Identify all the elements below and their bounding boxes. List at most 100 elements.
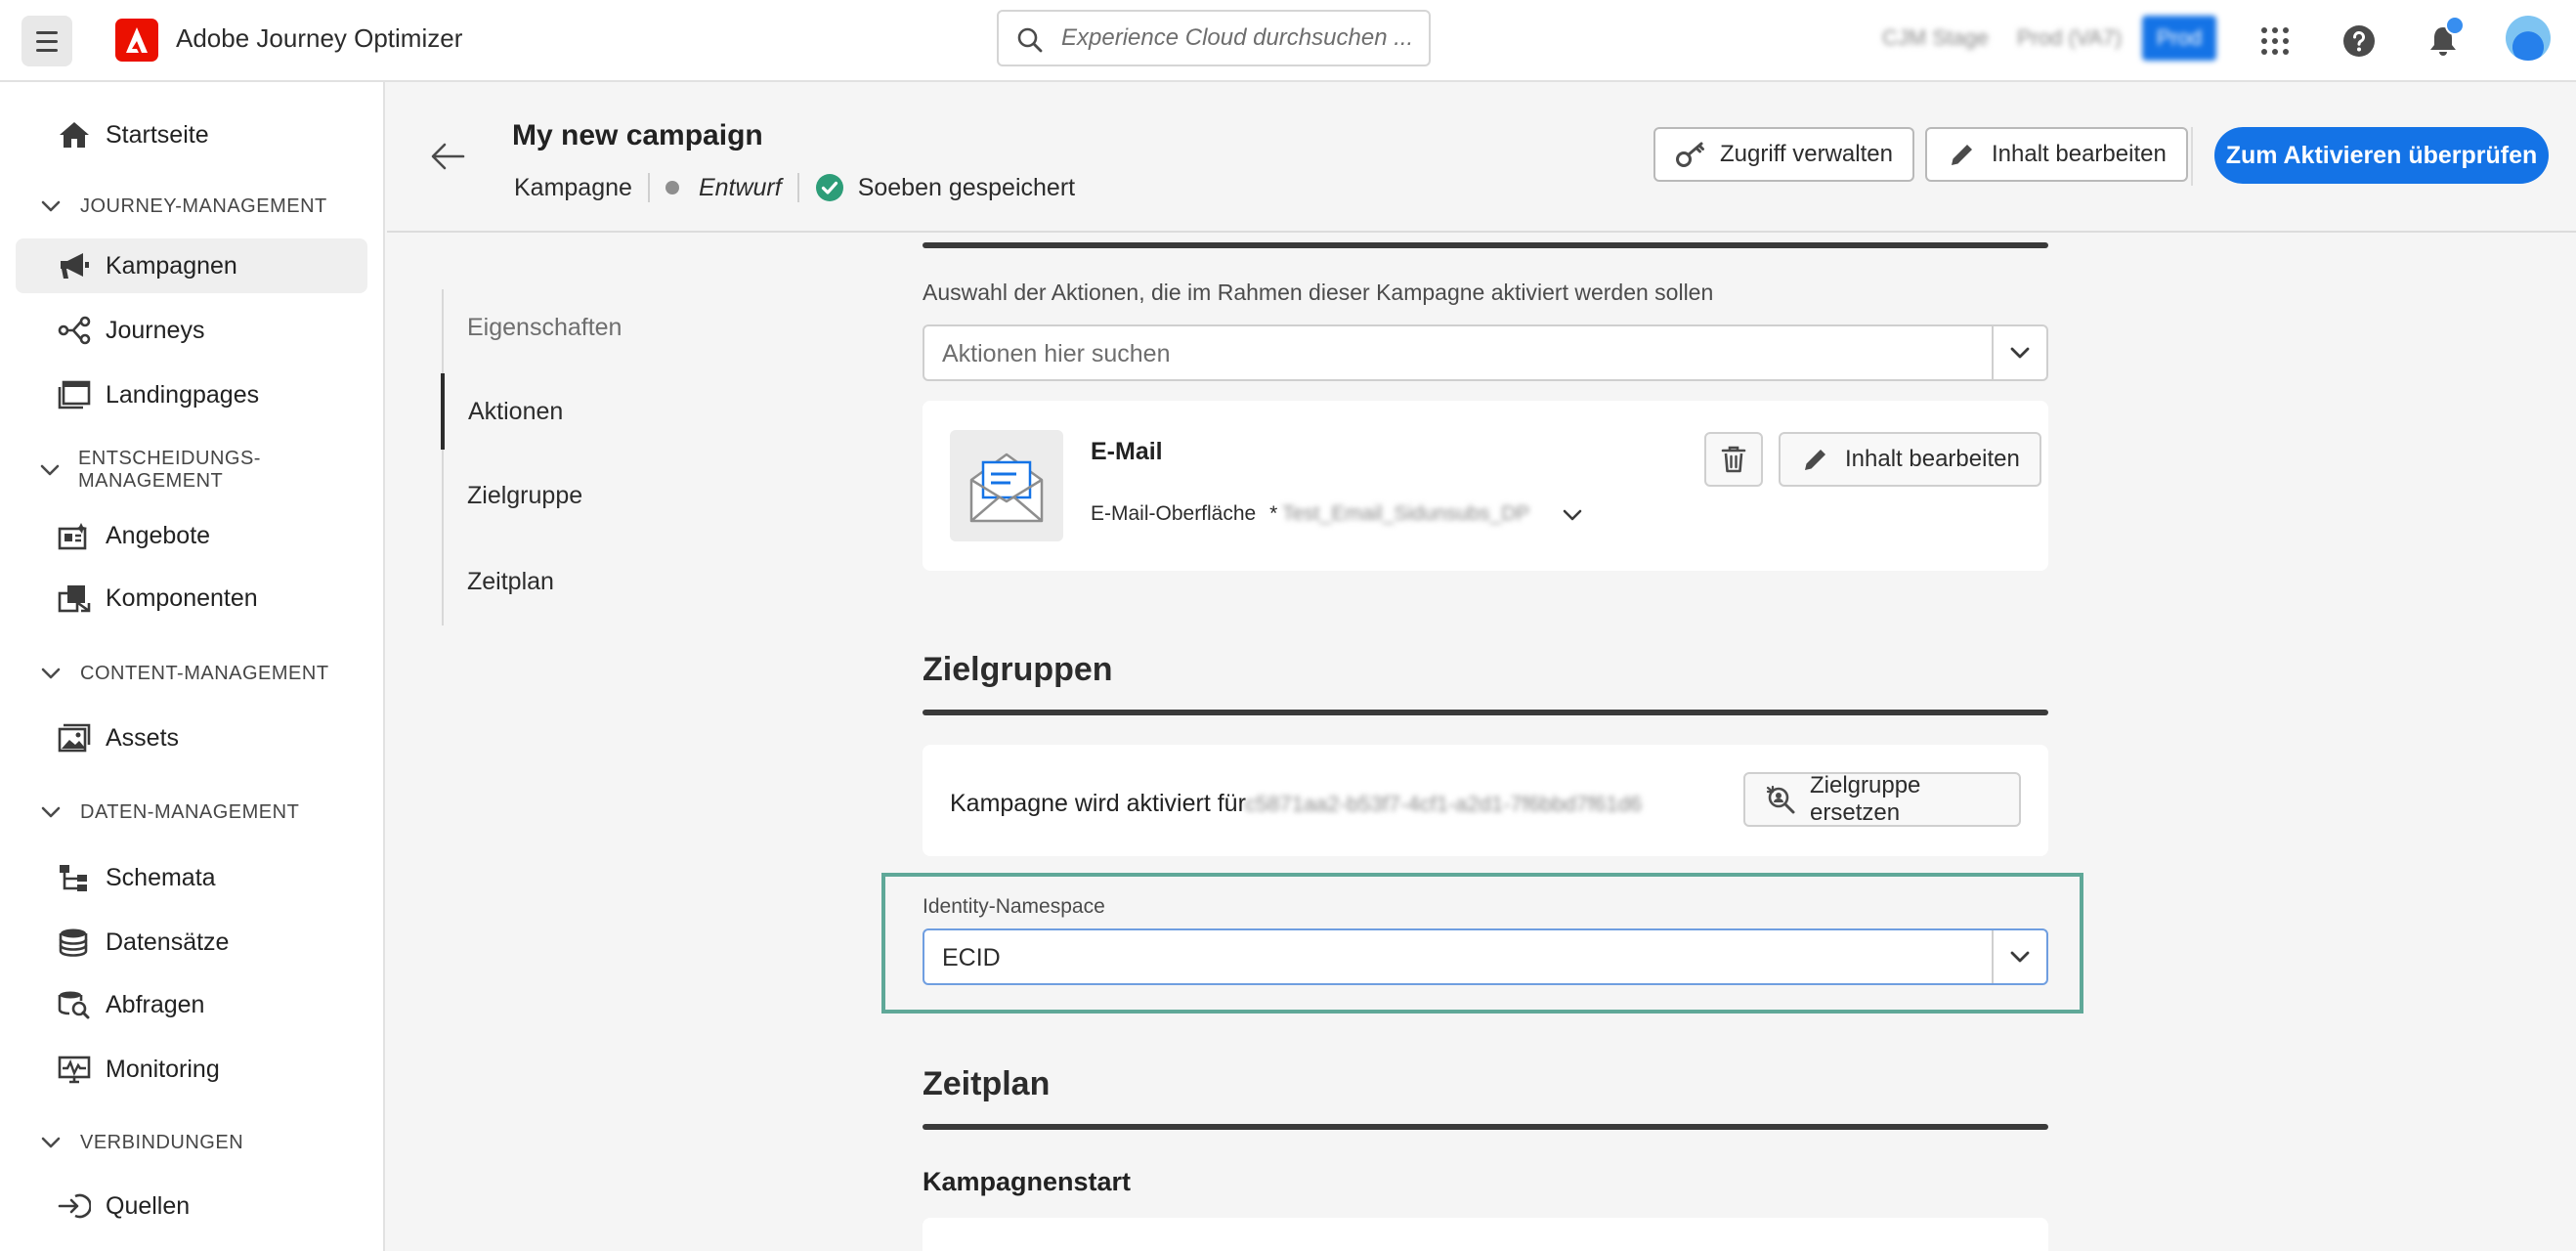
sidebar-item-abfragen[interactable]: Abfragen [16, 977, 367, 1032]
edit-email-content-button[interactable]: Inhalt bearbeiten [1779, 432, 2041, 487]
campaign-meta: Kampagne Entwurf Soeben gespeichert [514, 170, 1075, 205]
email-surface-dropdown[interactable] [1560, 502, 1585, 528]
sidebar-item-label: Abfragen [106, 990, 205, 1018]
step-schedule[interactable]: Zeitplan [444, 543, 659, 620]
sidebar-item-kampagnen[interactable]: Kampagnen [16, 238, 367, 293]
search-input[interactable] [1061, 20, 1413, 57]
chevron-down-icon [39, 800, 63, 824]
email-surface-label-text: E-Mail-Oberfläche [1091, 502, 1257, 525]
chevron-down-icon [39, 194, 63, 218]
email-surface-value[interactable]: Test_Email_Sidunsubs_DP [1282, 502, 1529, 526]
chevron-down-icon [39, 662, 63, 685]
help-icon[interactable] [2338, 20, 2381, 63]
sidebar-item-journeys[interactable]: Journeys [16, 303, 367, 358]
email-thumbnail [950, 430, 1063, 541]
identity-namespace-combobox[interactable] [923, 928, 2048, 985]
menu-line [36, 30, 58, 34]
sidebar-item-angebote[interactable]: Angebote [16, 508, 367, 563]
search-icon [1017, 27, 1043, 53]
edit-email-content-label: Inhalt bearbeiten [1845, 446, 2020, 472]
actions-search-input[interactable] [942, 336, 1958, 371]
identity-namespace-dropdown-button[interactable] [1992, 930, 2046, 983]
apps-grid-icon[interactable] [2254, 20, 2297, 63]
sandbox-name[interactable]: Prod (VA7) [2017, 25, 2122, 51]
app-name[interactable]: Adobe Journey Optimizer [176, 23, 462, 54]
komponenten-icon [57, 581, 92, 616]
adobe-logo[interactable] [115, 19, 158, 62]
email-action-title: E-Mail [1091, 438, 1163, 465]
manage-access-button[interactable]: Zugriff verwalten [1653, 127, 1914, 182]
sidebar-item-label: Schemata [106, 863, 216, 891]
sidebar-item-startseite[interactable]: Startseite [16, 108, 367, 162]
divider [647, 173, 650, 202]
sidebar-section-content-management[interactable]: CONTENT-MANAGEMENT [39, 659, 329, 688]
back-button[interactable] [426, 135, 469, 178]
user-avatar[interactable] [2506, 16, 2551, 61]
menu-line [36, 48, 58, 52]
sidebar-item-label: Monitoring [106, 1055, 220, 1083]
chevron-down-icon [2010, 347, 2030, 359]
arrow-left-icon [431, 143, 465, 170]
edit-content-button[interactable]: Inhalt bearbeiten [1925, 127, 2188, 182]
step-navigation: Eigenschaften Aktionen Zielgruppe Zeitpl… [441, 289, 659, 626]
menu-line [36, 39, 58, 43]
section-rule [923, 242, 2048, 248]
chevron-down-icon [1563, 509, 1582, 521]
sidebar-item-datensatze[interactable]: Datensätze [16, 915, 367, 970]
org-name[interactable]: CJM Stage [1882, 25, 1989, 51]
top-bar: Adobe Journey Optimizer CJM Stage Prod (… [0, 0, 2576, 82]
checkmark-circle-icon [815, 174, 843, 201]
datensatze-icon [57, 925, 92, 960]
landingpages-icon [57, 377, 92, 412]
replace-audience-button[interactable]: Zielgruppe ersetzen [1743, 772, 2021, 827]
divider [796, 173, 799, 202]
sidebar-item-label: Angebote [106, 521, 211, 549]
audience-card: Kampagne wird aktiviert für c5871aa2-b53… [923, 745, 2048, 856]
step-audience[interactable]: Zielgruppe [444, 457, 659, 534]
page-header: My new campaign Kampagne Entwurf Soeben … [387, 84, 2576, 233]
sidebar-section-label: ENTSCHEIDUNGS- MANAGEMENT [77, 448, 261, 492]
section-rule [923, 1124, 2048, 1130]
sidebar-item-landingpages[interactable]: Landingpages [16, 367, 367, 422]
actions-dropdown-button[interactable] [1992, 326, 2046, 379]
sidebar-item-label: Kampagnen [106, 251, 237, 280]
notifications-icon[interactable] [2422, 16, 2465, 63]
sidebar-item-label: Startseite [106, 120, 209, 149]
campaign-start-title: Kampagnenstart [923, 1167, 1132, 1196]
sidebar-section-daten-management[interactable]: DATEN-MANAGEMENT [39, 798, 299, 827]
sidebar-item-label: Quellen [106, 1191, 191, 1220]
sidebar-section-verbindungen[interactable]: VERBINDUNGEN [39, 1128, 243, 1157]
sidebar-item-komponenten[interactable]: Komponenten [16, 571, 367, 626]
sidebar-item-label: Landingpages [106, 380, 260, 409]
monitoring-icon [57, 1052, 92, 1087]
pencil-icon [1800, 444, 1831, 475]
env-badge[interactable]: Prod [2142, 16, 2216, 61]
global-search[interactable] [997, 10, 1431, 66]
review-to-activate-button[interactable]: Zum Aktivieren überprüfen [2214, 127, 2549, 184]
sidebar-section-entscheidungs-management[interactable]: ENTSCHEIDUNGS- MANAGEMENT [39, 448, 383, 492]
sidebar-section-journey-management[interactable]: JOURNEY-MANAGEMENT [39, 192, 327, 221]
sidebar-item-monitoring[interactable]: Monitoring [16, 1042, 367, 1097]
audience-section-title: Zielgruppen [923, 651, 1113, 688]
sidebar-item-assets[interactable]: Assets [16, 711, 367, 765]
actions-search-combobox[interactable] [923, 324, 2048, 381]
sidebar-item-schemata[interactable]: Schemata [16, 850, 367, 905]
identity-namespace-label: Identity-Namespace [923, 895, 1105, 918]
divider [2191, 127, 2193, 186]
notification-dot [2445, 16, 2465, 35]
step-actions[interactable]: Aktionen [441, 373, 656, 450]
audience-activated-label: Kampagne wird aktiviert für [950, 790, 1246, 817]
required-mark: * [1269, 502, 1278, 525]
envelope-icon [969, 453, 1044, 523]
sidebar-section-label: JOURNEY-MANAGEMENT [80, 194, 327, 217]
assets-icon [57, 720, 92, 755]
question-icon [2343, 25, 2375, 57]
manage-access-label: Zugriff verwalten [1720, 141, 1893, 167]
trash-icon [1721, 446, 1746, 473]
identity-namespace-input[interactable] [942, 940, 1958, 975]
section-rule [923, 710, 2048, 715]
step-properties[interactable]: Eigenschaften [444, 289, 659, 366]
menu-toggle-button[interactable] [21, 16, 72, 66]
sidebar-item-quellen[interactable]: Quellen [16, 1179, 367, 1233]
delete-action-button[interactable] [1704, 432, 1763, 487]
